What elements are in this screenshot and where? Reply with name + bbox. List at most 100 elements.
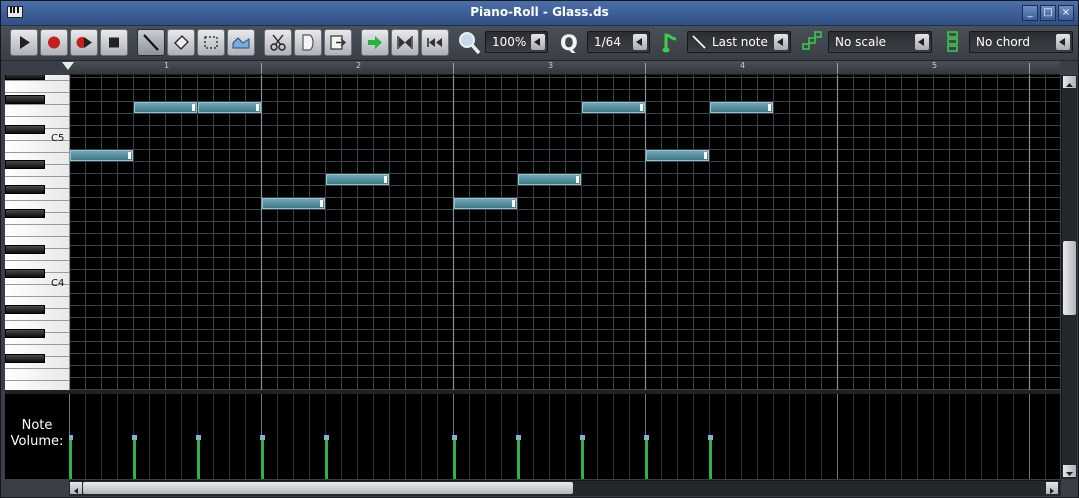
bar-number: 1 <box>164 61 170 70</box>
note-length-icon <box>662 33 677 53</box>
black-key[interactable] <box>5 95 45 104</box>
scroll-left-arrow-icon[interactable] <box>70 482 82 494</box>
black-key[interactable] <box>5 185 45 194</box>
scissors-icon <box>270 34 286 51</box>
playhead-marker[interactable] <box>62 62 74 70</box>
black-key[interactable] <box>5 354 45 363</box>
paste-button[interactable] <box>324 29 352 56</box>
white-key[interactable] <box>5 225 69 237</box>
volume-bar[interactable] <box>69 435 73 479</box>
record-while-playing-button[interactable] <box>70 29 98 56</box>
note-block[interactable] <box>646 150 709 161</box>
timeline[interactable]: 1 2 3 4 5 <box>69 61 1060 75</box>
white-key[interactable] <box>5 81 69 93</box>
piano-keyboard[interactable]: C5 C4 <box>5 75 69 391</box>
note-block[interactable] <box>70 150 133 161</box>
chevron-left-icon[interactable] <box>531 34 545 50</box>
volume-bar[interactable] <box>260 435 265 479</box>
volume-bar[interactable] <box>708 435 713 479</box>
note-block[interactable] <box>198 102 261 113</box>
title-bar[interactable]: Piano-Roll - Glass.ds _ □ × <box>1 1 1078 26</box>
black-key[interactable] <box>5 209 45 218</box>
quantize-select[interactable]: 1/64 <box>587 31 650 53</box>
chord-icon <box>947 31 958 52</box>
scroll-right-arrow-icon[interactable] <box>1046 482 1058 494</box>
note-block[interactable] <box>710 102 773 113</box>
draw-mode-button[interactable] <box>137 29 165 56</box>
bar-tick <box>837 63 838 74</box>
horizontal-scroll-thumb[interactable] <box>83 482 573 494</box>
volume-bar[interactable] <box>132 435 137 479</box>
close-button[interactable]: × <box>1058 5 1074 21</box>
note-block[interactable] <box>326 174 389 185</box>
vertical-scrollbar[interactable] <box>1061 75 1077 479</box>
grid-lines <box>69 75 1060 391</box>
step-forward-button[interactable] <box>361 29 389 56</box>
note-grid[interactable] <box>69 75 1060 391</box>
zoom-value: 100% <box>492 35 527 49</box>
zoom-select[interactable]: 100% <box>485 31 548 53</box>
volume-bar[interactable] <box>644 435 649 479</box>
play-button[interactable] <box>10 29 38 56</box>
copy-icon <box>302 34 314 51</box>
white-key[interactable] <box>5 369 69 381</box>
vertical-scroll-thumb[interactable] <box>1063 241 1076 315</box>
chevron-left-icon[interactable] <box>1056 34 1070 50</box>
black-key[interactable] <box>5 305 45 314</box>
record-button[interactable] <box>40 29 68 56</box>
bar-tick <box>645 63 646 74</box>
minimize-button[interactable]: _ <box>1022 5 1038 21</box>
loop-icon <box>397 36 413 49</box>
bar-number: 5 <box>932 61 938 70</box>
black-key[interactable] <box>5 329 45 338</box>
black-key[interactable] <box>5 125 45 134</box>
chevron-left-icon[interactable] <box>633 34 647 50</box>
black-key[interactable] <box>5 245 45 254</box>
volume-bar[interactable] <box>580 435 585 479</box>
note-length-select[interactable]: Last note <box>687 31 791 53</box>
loop-markers-button[interactable] <box>391 29 419 56</box>
svg-text:Q: Q <box>560 31 578 55</box>
select-rectangle-icon <box>204 36 218 49</box>
volume-bar[interactable] <box>452 435 457 479</box>
arrow-right-icon <box>368 36 382 49</box>
black-key[interactable] <box>5 160 45 169</box>
note-block[interactable] <box>518 174 581 185</box>
erase-mode-button[interactable] <box>167 29 195 56</box>
stop-button[interactable] <box>100 29 128 56</box>
black-key[interactable] <box>5 75 45 80</box>
horizontal-scrollbar[interactable] <box>69 480 1061 496</box>
maximize-button[interactable]: □ <box>1040 5 1056 21</box>
window-title: Piano-Roll - Glass.ds <box>470 5 609 19</box>
volume-bar[interactable] <box>324 435 329 479</box>
detune-mode-button[interactable] <box>227 29 255 56</box>
copy-button[interactable] <box>294 29 322 56</box>
note-block[interactable] <box>582 102 645 113</box>
cut-button[interactable] <box>264 29 292 56</box>
note-volume-pane[interactable] <box>69 394 1060 479</box>
scroll-up-arrow-icon[interactable] <box>1063 76 1076 88</box>
rewind-button[interactable] <box>421 29 449 56</box>
note-block[interactable] <box>134 102 197 113</box>
scale-select[interactable]: No scale <box>828 31 932 53</box>
chord-select[interactable]: No chord <box>969 31 1073 53</box>
volume-bar[interactable] <box>196 435 201 479</box>
chevron-left-icon[interactable] <box>915 34 929 50</box>
stop-icon <box>109 37 119 48</box>
note-block[interactable] <box>262 198 325 209</box>
black-key[interactable] <box>5 269 45 278</box>
paste-icon <box>330 35 347 50</box>
quantize-icon: Q <box>560 31 578 55</box>
volume-bar[interactable] <box>516 435 521 479</box>
white-key[interactable] <box>5 105 69 117</box>
pencil-icon <box>143 34 159 51</box>
chevron-left-icon[interactable] <box>774 34 788 50</box>
note-block[interactable] <box>454 198 517 209</box>
scroll-down-arrow-icon[interactable] <box>1063 465 1076 477</box>
select-mode-button[interactable] <box>197 29 225 56</box>
bar-number: 2 <box>356 61 362 70</box>
bar-number: 3 <box>548 61 554 70</box>
eraser-icon <box>174 35 189 50</box>
play-icon <box>20 36 30 49</box>
scale-icon <box>802 31 822 50</box>
